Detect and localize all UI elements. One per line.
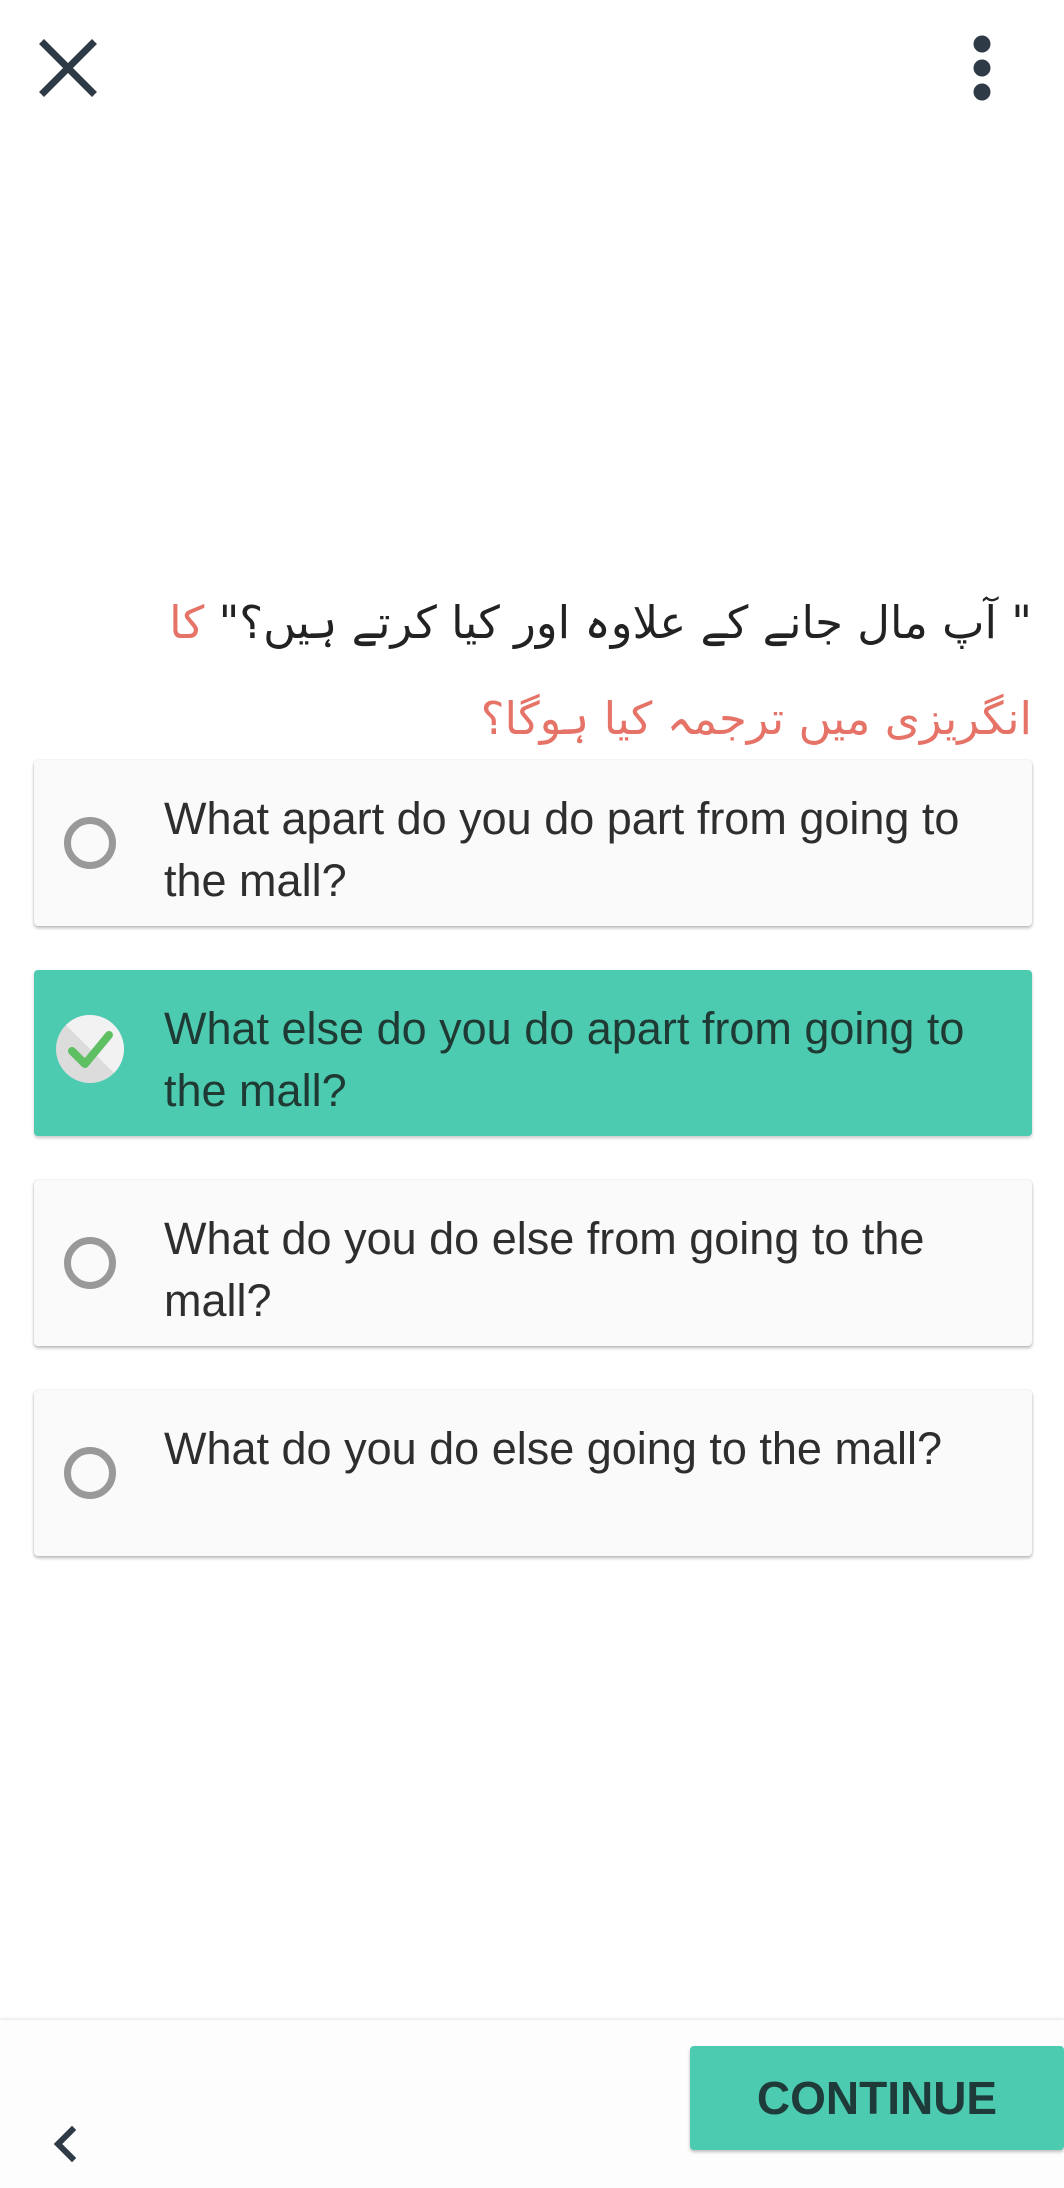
- radio-unchecked-icon: [64, 817, 116, 869]
- more-options-button[interactable]: [960, 34, 1004, 104]
- answer-option-4[interactable]: What do you do else going to the mall?: [34, 1390, 1032, 1556]
- answer-option-text: What do you do else going to the mall?: [164, 1423, 942, 1474]
- bottom-bar: CONTINUE: [0, 2020, 1064, 2188]
- question-prompt: " آپ مال جانے کے علاوہ اور کیا کرتے ہیں؟…: [34, 575, 1032, 767]
- top-bar: [0, 0, 1064, 140]
- radio-unchecked-icon: [64, 1447, 116, 1499]
- close-icon: [39, 39, 97, 97]
- answer-option-text: What do you do else from going to the ma…: [164, 1213, 925, 1326]
- more-vertical-icon: [973, 35, 991, 101]
- continue-button[interactable]: CONTINUE: [690, 2046, 1064, 2150]
- answer-option-1[interactable]: What apart do you do part from going to …: [34, 760, 1032, 926]
- question-text: " آپ مال جانے کے علاوہ اور کیا کرتے ہیں؟…: [218, 596, 1032, 649]
- back-button[interactable]: [46, 2120, 82, 2170]
- checkmark-icon: [56, 1015, 124, 1083]
- answer-option-2[interactable]: What else do you do apart from going to …: [34, 970, 1032, 1136]
- answer-option-text: What else do you do apart from going to …: [164, 1003, 965, 1116]
- close-button[interactable]: [34, 34, 102, 102]
- answer-option-3[interactable]: What do you do else from going to the ma…: [34, 1180, 1032, 1346]
- answer-option-text: What apart do you do part from going to …: [164, 793, 960, 906]
- chevron-left-icon: [53, 2125, 77, 2163]
- radio-unchecked-icon: [64, 1237, 116, 1289]
